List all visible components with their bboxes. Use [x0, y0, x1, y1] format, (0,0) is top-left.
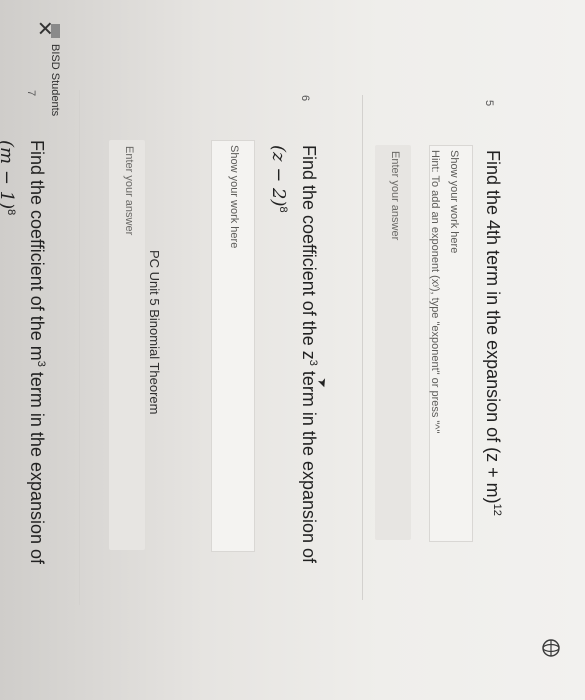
- question-text: Find the coefficient of the m3 term in t…: [26, 140, 47, 564]
- question-number: 7: [25, 90, 37, 97]
- work-placeholder: Show your work here: [448, 150, 460, 254]
- question-text: Find the coefficient of the z3 term in t…: [298, 145, 319, 563]
- exponent: 8: [277, 206, 289, 213]
- close-icon[interactable]: ✕: [32, 20, 57, 37]
- window-tab[interactable]: BISD Students: [49, 24, 61, 116]
- answer-input[interactable]: Enter your answer: [375, 145, 411, 540]
- answer-placeholder: Enter your answer: [389, 151, 401, 241]
- exponent: 8: [5, 209, 17, 216]
- form-page: BISD Students ✕ PC Unit 5 Binomial Theor…: [0, 0, 585, 700]
- exponent: 12: [491, 503, 503, 516]
- divider: [79, 90, 80, 605]
- answer-input[interactable]: Enter your answer: [109, 140, 145, 550]
- translate-icon[interactable]: [541, 638, 561, 658]
- question-prompt: Find the 4th term in the expansion of (z…: [483, 150, 503, 504]
- window-label: BISD Students: [49, 44, 61, 117]
- question-prompt: Find the coefficient of the m: [27, 140, 47, 361]
- divider: [362, 95, 363, 600]
- question-number: 5: [483, 100, 495, 107]
- question-expression: (m − 1)8: [0, 140, 17, 215]
- expression: (m − 1): [0, 140, 17, 210]
- question-text: Find the 4th term in the expansion of (z…: [482, 150, 503, 516]
- question-expression: (z − 2)8: [268, 145, 289, 213]
- question-prompt-end: term in the expansion of: [299, 365, 319, 564]
- work-placeholder: Show your work here: [228, 145, 240, 249]
- question-prompt-end: term in the expansion of: [27, 366, 47, 565]
- question-prompt: Find the coefficient of the z: [299, 145, 319, 360]
- page-title: PC Unit 5 Binomial Theorem: [147, 250, 162, 415]
- photo-frame: BISD Students ✕ PC Unit 5 Binomial Theor…: [0, 0, 585, 700]
- hint-text: Hint: To add an exponent (xʸ), type "exp…: [429, 150, 441, 434]
- question-number: 6: [299, 95, 311, 102]
- expression: (z − 2): [268, 145, 289, 207]
- answer-placeholder: Enter your answer: [123, 146, 135, 236]
